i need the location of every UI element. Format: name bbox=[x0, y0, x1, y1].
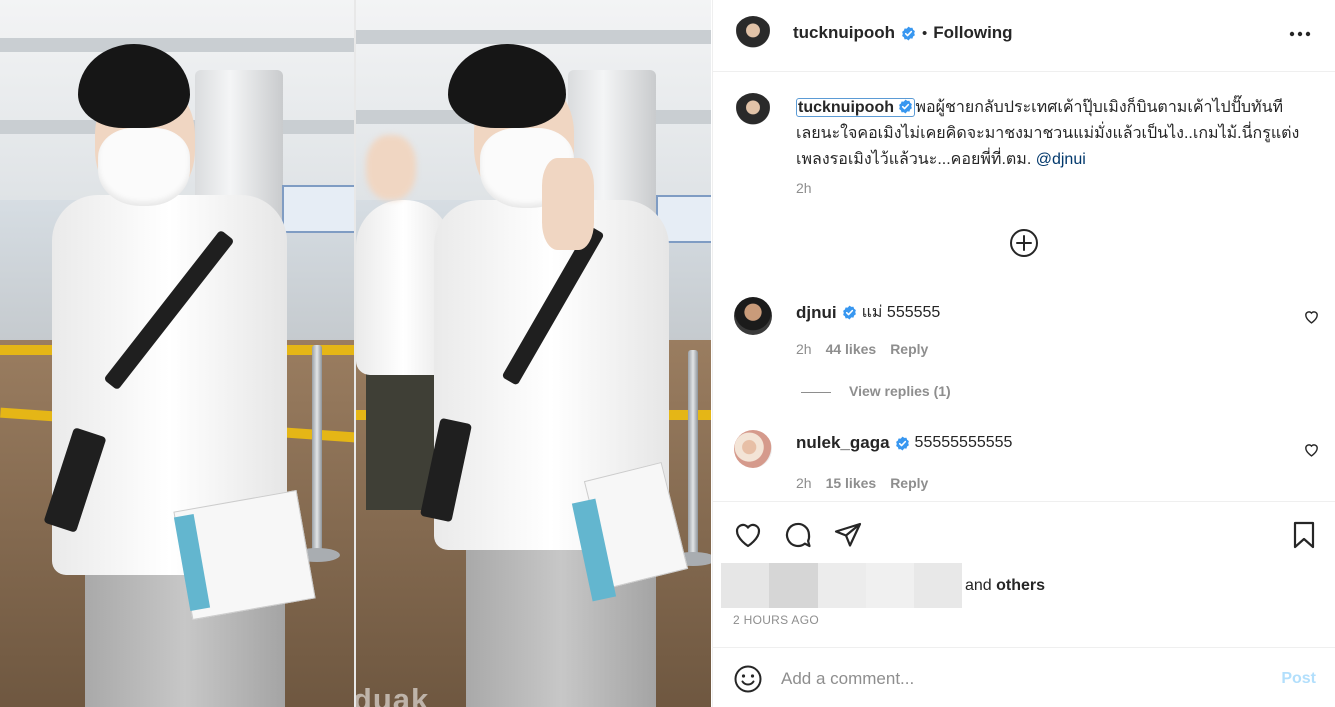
like-heart-icon[interactable] bbox=[733, 520, 763, 550]
comment-text: 55555555555 bbox=[914, 434, 1013, 451]
verified-badge-icon bbox=[899, 99, 913, 114]
header-user-row: tucknuipooh • Following bbox=[793, 23, 1013, 43]
comments-list[interactable]: tucknuipooh พอผู้ชายกลับประเทศเค้าปุ๊บเม… bbox=[713, 73, 1335, 501]
blurred-likers-block bbox=[914, 563, 962, 608]
comment-bubble-icon[interactable] bbox=[783, 520, 813, 550]
comment-meta: 2h 44 likes Reply bbox=[796, 341, 928, 357]
save-bookmark-icon[interactable] bbox=[1289, 520, 1319, 550]
reply-button[interactable]: Reply bbox=[890, 475, 928, 491]
comment-username[interactable]: nulek_gaga bbox=[796, 433, 890, 453]
view-replies-button[interactable]: View replies (1) bbox=[801, 383, 951, 399]
blurred-likers-block bbox=[866, 563, 914, 608]
caption-username[interactable]: tucknuipooh bbox=[798, 99, 894, 116]
comment-username[interactable]: djnui bbox=[796, 303, 837, 323]
post-comment-button[interactable]: Post bbox=[1281, 670, 1316, 688]
photo-watermark: @puneiduak bbox=[356, 682, 430, 707]
caption-time[interactable]: 2h bbox=[796, 180, 812, 196]
post-photo[interactable]: @puneiduak bbox=[0, 0, 711, 707]
comment-input[interactable] bbox=[781, 664, 1251, 694]
verified-badge-icon bbox=[895, 436, 909, 450]
comment-avatar[interactable] bbox=[734, 430, 772, 468]
caption: tucknuipooh พอผู้ชายกลับประเทศเค้าปุ๊บเม… bbox=[796, 95, 1306, 173]
header-separator: • bbox=[921, 24, 928, 42]
photo-right-frame: @puneiduak bbox=[356, 0, 711, 707]
caption-avatar[interactable] bbox=[734, 93, 772, 131]
comment-text: แม่ 555555 bbox=[861, 304, 941, 321]
liked-by-connector: and bbox=[965, 576, 992, 594]
post-actions: and others 2 HOURS AGO bbox=[713, 501, 1335, 647]
blurred-likers-block bbox=[721, 563, 769, 608]
comment-likes[interactable]: 44 likes bbox=[826, 341, 877, 357]
comment-likes[interactable]: 15 likes bbox=[826, 475, 877, 491]
emoji-smile-icon[interactable] bbox=[733, 664, 763, 694]
comment-row: nulek_gaga 55555555555 bbox=[796, 433, 1012, 453]
blurred-likers-block bbox=[818, 563, 866, 608]
post-timestamp[interactable]: 2 HOURS AGO bbox=[733, 613, 819, 627]
reply-button[interactable]: Reply bbox=[890, 341, 928, 357]
author-username[interactable]: tucknuipooh bbox=[793, 23, 895, 43]
comment-row: djnui แม่ 555555 bbox=[796, 300, 940, 325]
author-avatar[interactable] bbox=[734, 16, 772, 54]
comment-meta: 2h 15 likes Reply bbox=[796, 475, 928, 491]
comment-time[interactable]: 2h bbox=[796, 341, 812, 357]
liked-by-row[interactable]: and others bbox=[721, 563, 1045, 608]
following-button[interactable]: Following bbox=[933, 23, 1012, 43]
load-more-comments-icon[interactable] bbox=[1008, 227, 1040, 259]
verified-badge-icon bbox=[902, 26, 915, 40]
more-options-icon[interactable] bbox=[1286, 20, 1314, 48]
post-side-panel: tucknuipooh • Following tucknuipooh พอผู… bbox=[712, 0, 1335, 707]
like-comment-heart-icon[interactable] bbox=[1303, 441, 1320, 458]
add-comment-bar: Post bbox=[713, 647, 1335, 707]
comment-avatar[interactable] bbox=[734, 297, 772, 335]
caption-mention-link[interactable]: @djnui bbox=[1036, 151, 1086, 168]
comment-time[interactable]: 2h bbox=[796, 475, 812, 491]
liked-by-text: and others bbox=[965, 577, 1045, 595]
liked-by-others-link[interactable]: others bbox=[996, 577, 1045, 594]
photo-left-frame bbox=[0, 0, 355, 707]
caption-username-box[interactable]: tucknuipooh bbox=[796, 98, 916, 117]
share-paper-plane-icon[interactable] bbox=[833, 520, 863, 550]
blurred-likers-block bbox=[769, 563, 818, 608]
verified-badge-icon bbox=[842, 305, 856, 320]
post-header: tucknuipooh • Following bbox=[713, 0, 1335, 72]
view-replies-label: View replies (1) bbox=[849, 383, 951, 399]
like-comment-heart-icon[interactable] bbox=[1303, 308, 1320, 325]
